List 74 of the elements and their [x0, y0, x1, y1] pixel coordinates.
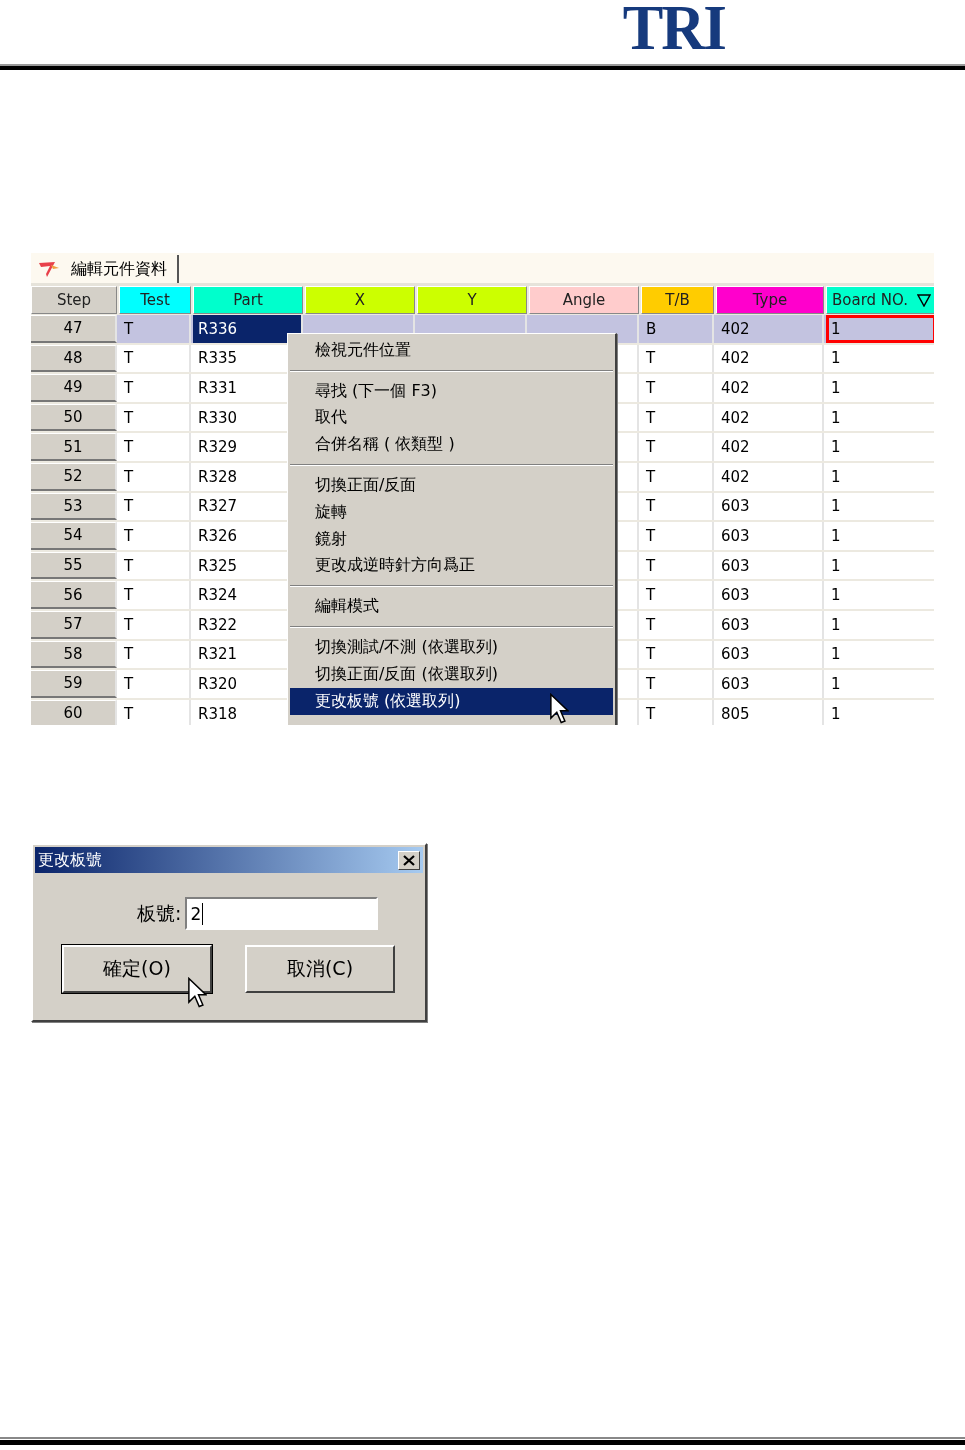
- table-cell: T: [119, 344, 191, 373]
- table-cell: T: [641, 610, 714, 639]
- table-cell: 1: [826, 551, 934, 580]
- table-cell: 1: [826, 699, 934, 725]
- row-header: 50: [31, 403, 117, 432]
- table-cell: 603: [716, 610, 824, 639]
- table-cell: 603: [716, 670, 824, 698]
- table-cell: T: [641, 581, 714, 609]
- table-cell: 1: [826, 581, 934, 609]
- table-cell: T: [119, 551, 191, 580]
- row-header: 55: [31, 551, 117, 580]
- row-header: 57: [31, 610, 117, 639]
- table-cell: 603: [716, 551, 824, 580]
- table-cell: 603: [716, 492, 824, 521]
- row-header: 49: [31, 374, 117, 402]
- table-cell: 402: [716, 433, 824, 461]
- row-header: 54: [31, 522, 117, 550]
- table-cell: T: [119, 492, 191, 521]
- table-cell: 1: [826, 462, 934, 491]
- table-cell: T: [119, 640, 191, 669]
- table-cell: T: [641, 699, 714, 725]
- table-cell: T: [119, 699, 191, 725]
- row-header: 51: [31, 433, 117, 461]
- table-cell: 603: [716, 522, 824, 550]
- row-header: 59: [31, 670, 117, 698]
- table-cell: 1: [826, 670, 934, 698]
- table-cell: T: [641, 640, 714, 669]
- table-cell: T: [119, 522, 191, 550]
- row-header: 48: [31, 344, 117, 373]
- row-header: 58: [31, 640, 117, 669]
- table-cell: 603: [716, 640, 824, 669]
- field-label: 板號:: [137, 900, 182, 926]
- table-cell: 1: [826, 522, 934, 550]
- company-logo: TRI: [622, 0, 726, 64]
- table-cell: 1: [826, 315, 934, 343]
- table-cell: T: [119, 670, 191, 698]
- table-cell: R336: [193, 315, 303, 343]
- table-cell: 1: [826, 344, 934, 373]
- row-header: 56: [31, 581, 117, 609]
- table-cell: T: [641, 551, 714, 580]
- table-cell: 1: [826, 374, 934, 402]
- table-cell: 805: [716, 699, 824, 725]
- table-cell: 1: [826, 610, 934, 639]
- row-header: 53: [31, 492, 117, 521]
- table-cell: T: [119, 433, 191, 461]
- table-cell: 402: [716, 344, 824, 373]
- table-cell: 1: [826, 433, 934, 461]
- row-header: 52: [31, 462, 117, 491]
- table-cell: 402: [716, 403, 824, 432]
- table-cell: 402: [716, 315, 824, 343]
- table-cell: T: [641, 670, 714, 698]
- table-cell: 603: [716, 581, 824, 609]
- table-cell: T: [119, 462, 191, 491]
- table-cell: 1: [826, 492, 934, 521]
- table-cell: T: [119, 581, 191, 609]
- table-cell: 1: [826, 403, 934, 432]
- table-cell: 1: [826, 640, 934, 669]
- table-cell: T: [119, 315, 191, 343]
- dialog-title: 更改板號: [38, 849, 102, 871]
- table-cell: T: [641, 492, 714, 521]
- table-cell: T: [641, 462, 714, 491]
- table-cell: T: [119, 403, 191, 432]
- table-cell: T: [641, 374, 714, 402]
- table-cell: 402: [716, 374, 824, 402]
- row-header: 47: [31, 315, 117, 343]
- table-cell: T: [119, 610, 191, 639]
- table-cell: T: [119, 374, 191, 402]
- table-cell: T: [641, 344, 714, 373]
- table-cell: T: [641, 403, 714, 432]
- row-header: 60: [31, 699, 117, 725]
- table-cell: T: [641, 522, 714, 550]
- table-cell: B: [641, 315, 714, 343]
- table-cell: T: [641, 433, 714, 461]
- table-cell: 402: [716, 462, 824, 491]
